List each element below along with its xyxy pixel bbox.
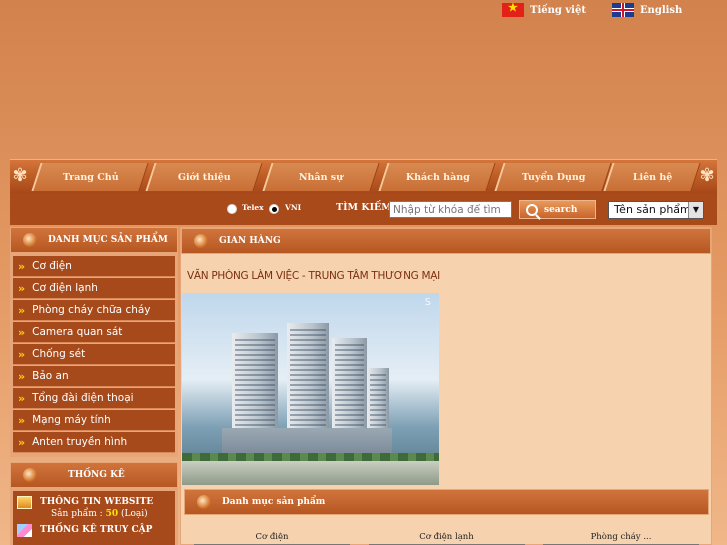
stats-title: THỐNG KÊ: [68, 470, 125, 480]
product-list: Cơ điện Cơ điện lạnh Phòng cháy ...: [184, 520, 709, 545]
search-input[interactable]: [389, 201, 512, 218]
search-bar: Telex VNI TÌM KIẾM search Tên sản phẩm ▼: [10, 193, 717, 225]
product-count-prefix: Sản phẩm :: [51, 509, 103, 519]
nav-customers[interactable]: Khách hàng: [378, 163, 496, 191]
radio-vni[interactable]: [269, 204, 279, 214]
bullet-icon: [23, 468, 37, 482]
nav-careers-label: Tuyển Dụng: [521, 171, 586, 183]
product-category-title: Danh mục sản phẩm: [222, 497, 326, 507]
category-list: » Cơ điện » Cơ điện lạnh » Phòng cháy chữa …: [10, 253, 178, 457]
website-info-row: THÔNG TIN WEBSITE: [17, 495, 171, 509]
vietnam-flag-icon: [502, 1, 524, 17]
nav-customers-label: Khách hàng: [405, 171, 470, 183]
sidebar: DANH MỤC SẢN PHẨM » Cơ điện » Cơ điện lạnh…: [10, 227, 178, 545]
stats-body: THÔNG TIN WEBSITE Sản phẩm : 50 (Loại) T…: [10, 488, 178, 545]
main-panel: GIAN HÀNG VĂN PHÒNG LÀM VIỆC - TRUNG TÂM…: [180, 227, 712, 545]
nav-home-label: Trang Chủ: [62, 171, 119, 183]
chevron-down-icon: ▼: [688, 202, 703, 218]
main-nav: ✾ Trang Chủ Giới thiệu Nhân sự Khách hàn…: [10, 159, 717, 193]
category-item[interactable]: » Mạng máy tính: [13, 410, 175, 431]
category-label: Chống sét: [32, 348, 86, 360]
store-title: GIAN HÀNG: [219, 236, 281, 246]
category-item[interactable]: » Chống sét: [13, 344, 175, 365]
store-header: GIAN HÀNG: [181, 228, 711, 254]
project-title[interactable]: VĂN PHÒNG LÀM VIỆC - TRUNG TÂM THƯƠNG MẠ…: [181, 262, 711, 290]
search-button[interactable]: search: [519, 200, 596, 219]
radio-telex-label: Telex: [242, 203, 264, 212]
category-label: Phòng cháy chữa cháy: [32, 304, 151, 316]
search-type-value: Tên sản phẩm: [614, 203, 691, 216]
nav-staff[interactable]: Nhân sự: [262, 163, 380, 191]
category-item[interactable]: » Anten truyền hình: [13, 432, 175, 453]
double-chevron-icon: »: [18, 259, 25, 273]
stats-icon: [17, 523, 32, 537]
nav-about[interactable]: Giới thiệu: [145, 163, 263, 191]
category-item[interactable]: » Camera quan sát: [13, 322, 175, 343]
nav-about-label: Giới thiệu: [178, 171, 231, 183]
access-stats-label: THỐNG KÊ TRUY CẬP: [40, 525, 153, 535]
nav-contact-label: Liên hệ: [632, 171, 673, 183]
product-count-value: 50: [105, 509, 119, 519]
product-count-suffix: (Loại): [120, 509, 148, 519]
categories-header: DANH MỤC SẢN PHẨM: [10, 227, 178, 253]
category-label: Anten truyền hình: [32, 436, 128, 448]
access-stats-row: THỐNG KÊ TRUY CẬP: [17, 523, 171, 537]
category-item[interactable]: » Bảo an: [13, 366, 175, 387]
category-label: Cơ điện lạnh: [32, 282, 98, 294]
search-button-label: search: [544, 204, 578, 215]
nav-careers[interactable]: Tuyển Dụng: [494, 163, 612, 191]
category-item[interactable]: » Phòng cháy chữa cháy: [13, 300, 175, 321]
photo-mark: S: [424, 297, 431, 308]
category-label: Tổng đài điện thoại: [32, 392, 134, 404]
category-label: Cơ điện: [32, 260, 72, 272]
double-chevron-icon: »: [18, 369, 25, 383]
product-category-header: Danh mục sản phẩm: [184, 489, 709, 515]
double-chevron-icon: »: [18, 303, 25, 317]
double-chevron-icon: »: [18, 435, 25, 449]
ornament-icon: ✾: [699, 165, 715, 186]
nav-home[interactable]: Trang Chủ: [31, 163, 149, 191]
product-item[interactable]: Cơ điện: [194, 532, 350, 545]
ornament-icon: ✾: [12, 165, 28, 186]
lang-vietnamese[interactable]: Tiếng việt: [502, 1, 586, 17]
product-item[interactable]: Phòng cháy ...: [543, 532, 699, 545]
bullet-icon: [197, 495, 211, 509]
lang-english[interactable]: English: [611, 3, 683, 17]
lang-english-label: English: [639, 4, 683, 16]
lang-vietnamese-label: Tiếng việt: [530, 4, 586, 16]
category-item[interactable]: » Tổng đài điện thoại: [13, 388, 175, 409]
radio-telex[interactable]: [227, 204, 237, 214]
nav-contact[interactable]: Liên hệ: [603, 163, 701, 191]
double-chevron-icon: »: [18, 347, 25, 361]
product-count-row: Sản phẩm : 50 (Loại): [17, 509, 171, 523]
uk-flag-icon: [611, 3, 634, 17]
categories-title: DANH MỤC SẢN PHẨM: [48, 235, 168, 245]
project-photo[interactable]: S: [182, 293, 439, 485]
bullet-icon: [23, 233, 37, 247]
radio-vni-label: VNI: [285, 203, 302, 212]
category-label: Camera quan sát: [32, 326, 123, 338]
search-type-select[interactable]: Tên sản phẩm ▼: [608, 201, 704, 219]
stats-header: THỐNG KÊ: [10, 462, 178, 488]
bullet-icon: [194, 234, 208, 248]
search-icon: [526, 203, 538, 216]
folder-icon: [17, 495, 32, 509]
category-item[interactable]: » Cơ điện: [13, 256, 175, 277]
category-label: Mạng máy tính: [32, 414, 111, 426]
language-bar: Tiếng việt English: [502, 1, 683, 18]
website-info-label: THÔNG TIN WEBSITE: [40, 497, 154, 507]
search-label: TÌM KIẾM: [336, 202, 392, 213]
double-chevron-icon: »: [18, 325, 25, 339]
product-item[interactable]: Cơ điện lạnh: [368, 532, 525, 545]
double-chevron-icon: »: [18, 413, 25, 427]
category-label: Bảo an: [32, 370, 69, 382]
nav-staff-label: Nhân sự: [299, 171, 344, 183]
double-chevron-icon: »: [18, 281, 25, 295]
double-chevron-icon: »: [18, 391, 25, 405]
category-item[interactable]: » Cơ điện lạnh: [13, 278, 175, 299]
